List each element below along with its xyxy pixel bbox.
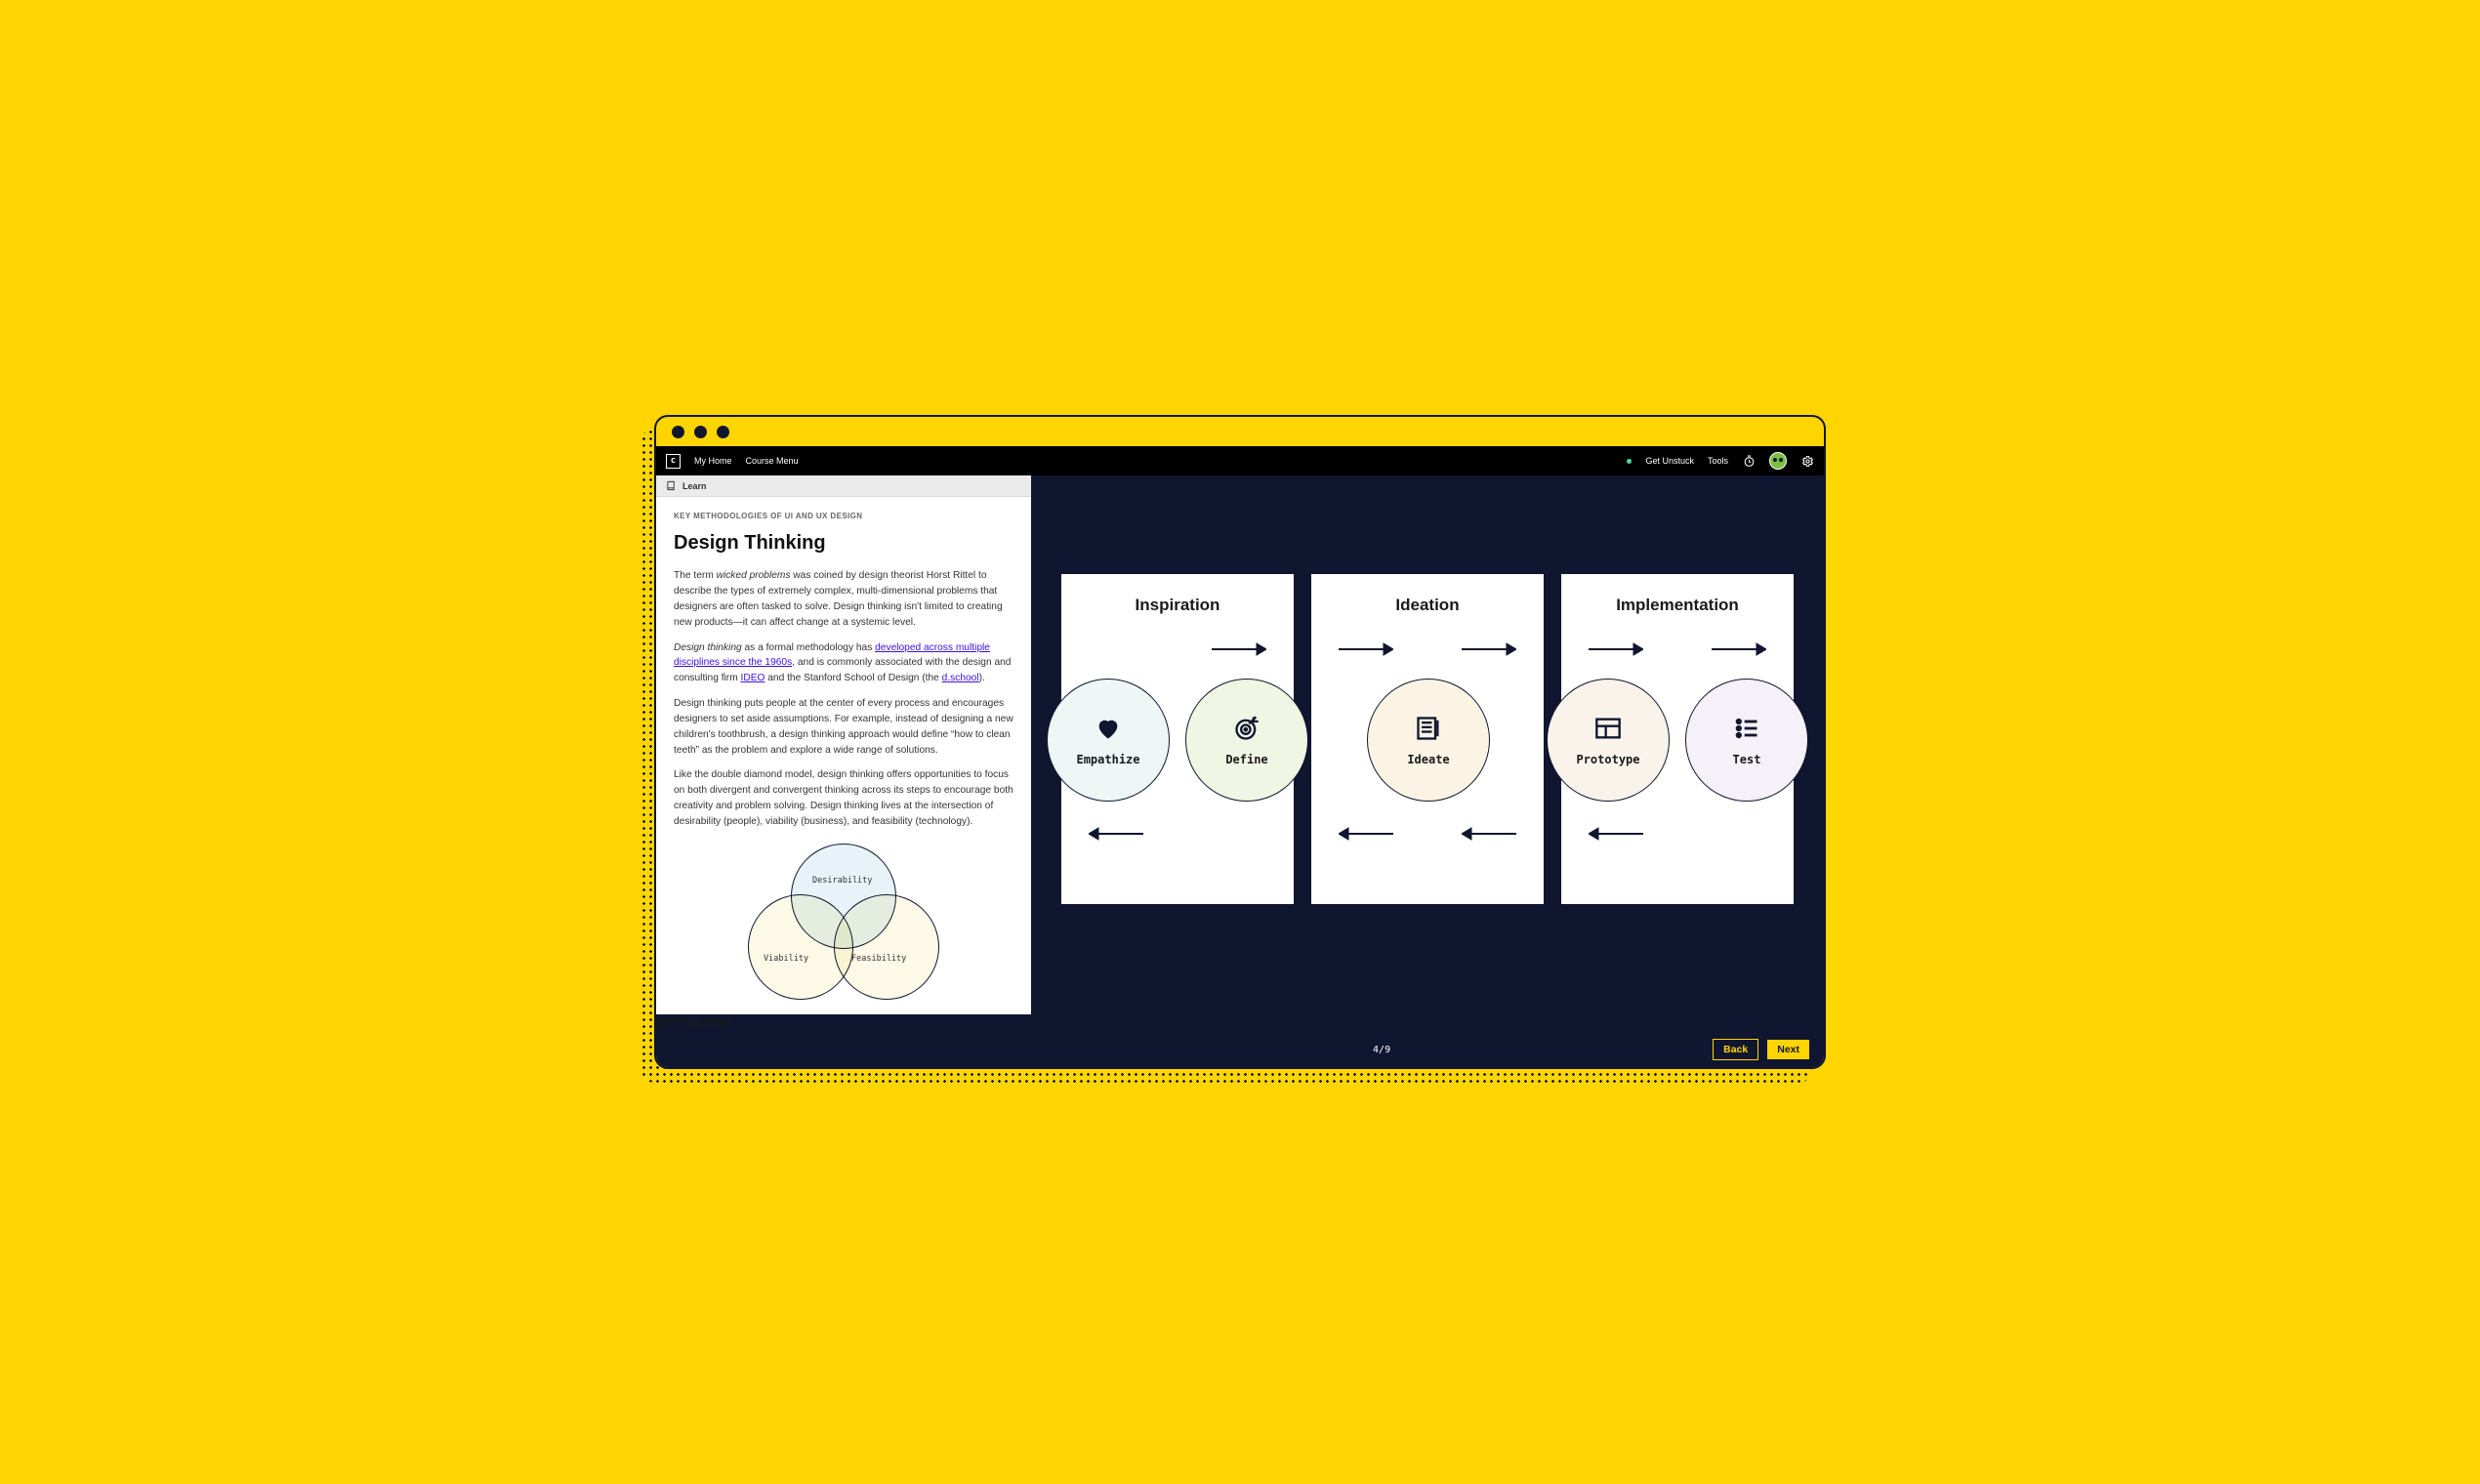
article-para-1: The term wicked problems was coined by d… (674, 568, 1013, 630)
arrow-right-icon (1212, 642, 1266, 661)
checklist-icon (1732, 714, 1761, 743)
article-scroll[interactable]: KEY METHODOLOGIES OF UI AND UX DESIGN De… (656, 497, 1031, 1014)
text: The term (674, 570, 717, 581)
stage-empathize: Empathize (1047, 679, 1170, 802)
window-titlebar (656, 417, 1824, 446)
arrow-right-icon (1462, 642, 1516, 661)
column-inspiration: Inspiration Empathize (1060, 573, 1295, 905)
text: as a formal methodology has (742, 642, 875, 653)
stage-label-define: Define (1225, 753, 1267, 766)
settings-icon[interactable] (1800, 454, 1814, 468)
top-nav: c My Home Course Menu Get Unstuck Tools (656, 446, 1824, 475)
column-implementation: Implementation (1560, 573, 1795, 905)
column-title-ideation: Ideation (1311, 596, 1544, 615)
link-ideo[interactable]: IDEO (741, 673, 765, 683)
article-title: Design Thinking (674, 528, 1013, 558)
book-icon (666, 480, 677, 491)
nav-tools[interactable]: Tools (1708, 456, 1728, 466)
target-icon (1232, 714, 1261, 743)
app-root: c My Home Course Menu Get Unstuck Tools (656, 446, 1824, 1067)
stage-label-empathize: Empathize (1076, 753, 1139, 766)
arrow-left-icon (1089, 827, 1143, 845)
window-control-zoom[interactable] (717, 426, 729, 438)
term-wicked-problems: wicked problems (717, 570, 791, 581)
article-eyebrow: KEY METHODOLOGIES OF UI AND UX DESIGN (674, 511, 1013, 522)
arrow-right-icon (1339, 642, 1393, 661)
column-title-inspiration: Inspiration (1061, 596, 1294, 615)
tab-learn[interactable]: Learn (656, 475, 1031, 497)
venn-diagram: Desirability Viability Feasibility (674, 844, 1013, 1000)
connection-status-icon (1627, 459, 1632, 464)
column-title-implementation: Implementation (1561, 596, 1794, 615)
heart-icon (1094, 714, 1123, 743)
avatar[interactable] (1769, 452, 1787, 470)
diagram-pane: Inspiration Empathize (1031, 475, 1824, 1014)
stage-define: Define (1185, 679, 1308, 802)
arrow-left-icon (1339, 827, 1393, 845)
link-dschool[interactable]: d.school (942, 673, 979, 683)
nav-my-home[interactable]: My Home (694, 456, 732, 466)
back-button[interactable]: Back (1713, 1039, 1758, 1060)
text: ). (979, 673, 985, 683)
stage-test: Test (1685, 679, 1808, 802)
venn-label-desirability: Desirability (812, 875, 872, 887)
lesson-footer: 4/9 Back Next (656, 1032, 1824, 1067)
venn-label-viability: Viability (764, 953, 808, 966)
venn-circle-feasibility (834, 894, 939, 1000)
timer-icon[interactable] (1742, 454, 1756, 468)
stage-label-ideate: Ideate (1407, 753, 1449, 766)
tab-learn-label: Learn (682, 481, 707, 491)
article-para-2: Design thinking as a formal methodology … (674, 640, 1013, 686)
article-pane: Learn KEY METHODOLOGIES OF UI AND UX DES… (656, 475, 1031, 1014)
arrow-right-icon (1712, 642, 1766, 661)
window-control-close[interactable] (672, 426, 684, 438)
next-button[interactable]: Next (1766, 1039, 1810, 1060)
arrow-left-icon (1462, 827, 1516, 845)
stage-label-prototype: Prototype (1576, 753, 1639, 766)
nav-course-menu[interactable]: Course Menu (746, 456, 799, 466)
arrow-left-icon (1589, 827, 1643, 845)
text: and the Stanford School of Design (the (765, 673, 941, 683)
article-para-4: Like the double diamond model, design th… (674, 767, 1013, 829)
window-control-minimize[interactable] (694, 426, 707, 438)
stage-ideate: Ideate (1367, 679, 1490, 802)
layout-icon (1593, 714, 1623, 743)
venn-label-feasibility: Feasibility (851, 953, 906, 966)
stage-prototype: Prototype (1547, 679, 1670, 802)
browser-window: c My Home Course Menu Get Unstuck Tools (654, 415, 1826, 1069)
logo[interactable]: c (666, 454, 681, 469)
pager-label: 4/9 (1051, 1045, 1713, 1055)
stage-label-test: Test (1733, 753, 1761, 766)
notepad-icon (1414, 714, 1443, 743)
arrow-right-icon (1589, 642, 1643, 661)
column-ideation: Ideation (1310, 573, 1545, 905)
nav-get-unstuck[interactable]: Get Unstuck (1645, 456, 1694, 466)
article-para-3: Design thinking puts people at the cente… (674, 696, 1013, 758)
term-design-thinking: Design thinking (674, 642, 742, 653)
